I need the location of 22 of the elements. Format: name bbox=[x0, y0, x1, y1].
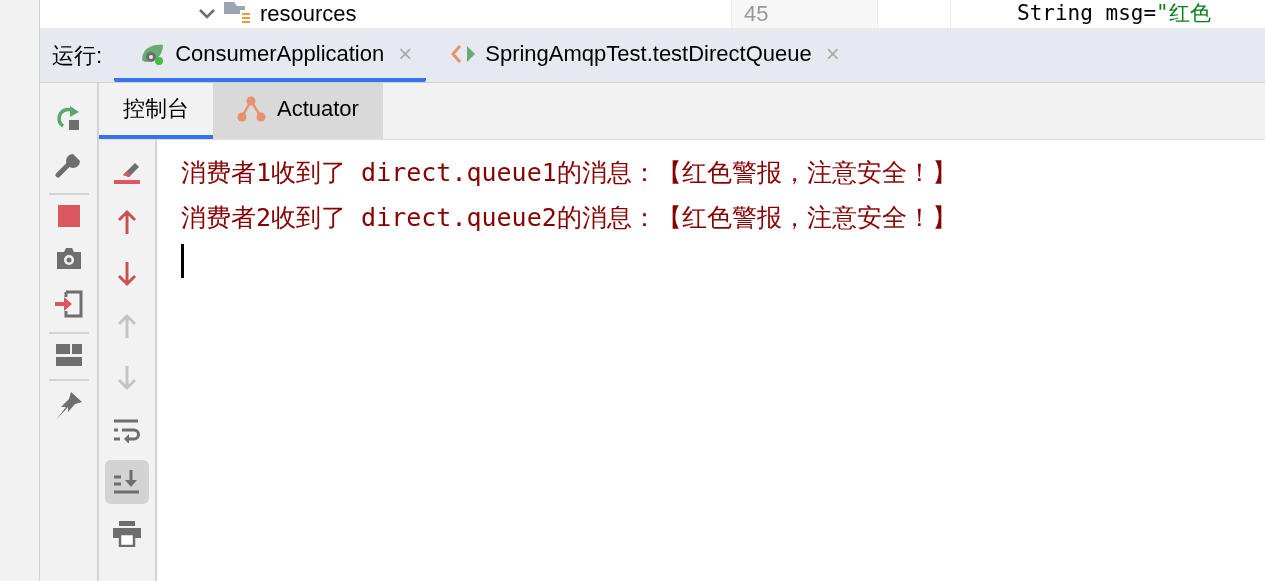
console-line: 消费者1收到了 direct.queue1的消息：【红色警报，注意安全！】 bbox=[181, 157, 958, 189]
enter-icon[interactable] bbox=[53, 289, 84, 319]
text-cursor bbox=[181, 244, 184, 278]
run-label: 运行: bbox=[51, 41, 104, 70]
run-tab[interactable]: SpringAmqpTest.testDirectQueue × bbox=[426, 29, 854, 82]
line-number: 45 bbox=[732, 0, 878, 28]
stop-icon[interactable] bbox=[57, 205, 80, 227]
tree-item-label[interactable]: resources bbox=[260, 0, 357, 28]
wrench-icon[interactable] bbox=[54, 152, 83, 180]
console-line: 消费者2收到了 direct.queue2的消息：【红色警报，注意安全！】 bbox=[181, 202, 958, 234]
layout-icon[interactable] bbox=[55, 344, 82, 366]
network-icon bbox=[237, 96, 267, 122]
code-line: String msg="红色 bbox=[1016, 0, 1211, 27]
camera-icon[interactable] bbox=[54, 246, 83, 270]
panel-tab[interactable]: Actuator bbox=[213, 83, 383, 139]
chevron-icon[interactable] bbox=[198, 8, 216, 20]
soft-wrap-icon[interactable] bbox=[114, 417, 140, 443]
diamond-arrows-icon bbox=[451, 43, 478, 64]
up-arrow-icon[interactable] bbox=[116, 209, 138, 235]
print-icon[interactable] bbox=[113, 521, 141, 547]
down-arrow-icon[interactable] bbox=[116, 261, 138, 287]
scroll-to-end-icon[interactable] bbox=[114, 469, 140, 495]
